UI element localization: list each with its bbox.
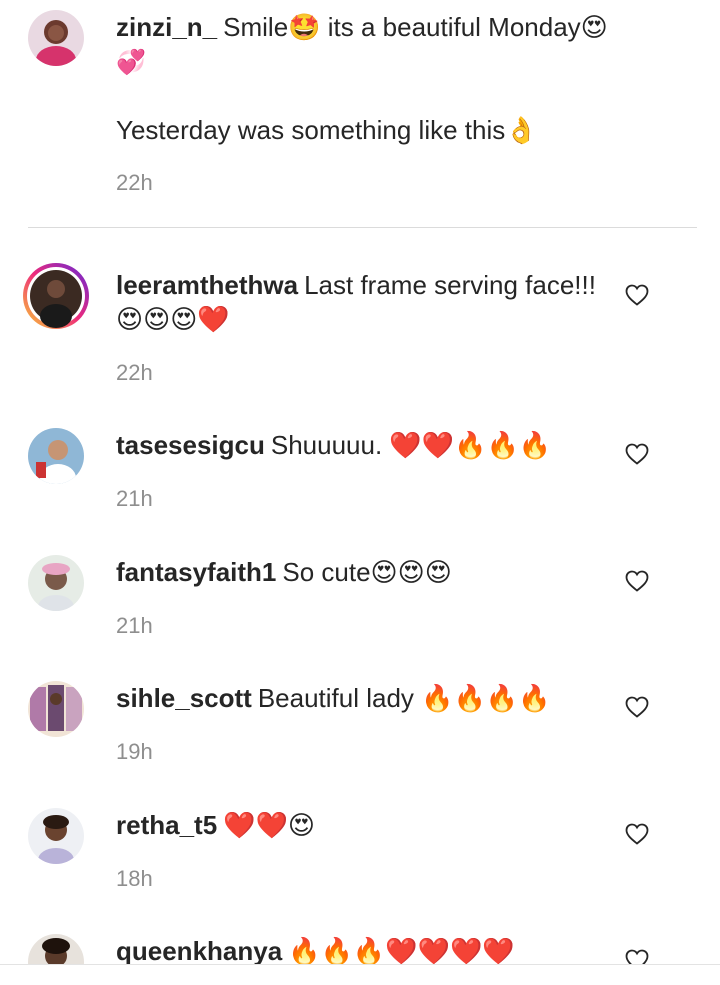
- comment-username[interactable]: tasesesigcu: [116, 430, 265, 460]
- comment-body: Beautiful lady 🔥🔥🔥🔥: [257, 683, 551, 713]
- comment-avatar[interactable]: [28, 555, 84, 611]
- caption-divider: [28, 227, 697, 228]
- comment-avatar[interactable]: [28, 681, 84, 737]
- heart-outline-icon[interactable]: [625, 696, 649, 718]
- comment-avatar-story-ring[interactable]: [22, 262, 90, 330]
- caption-username[interactable]: zinzi_n_: [116, 12, 217, 42]
- heart-outline-icon[interactable]: [625, 570, 649, 592]
- comment-time: 21h: [116, 613, 153, 638]
- heart-outline-icon[interactable]: [625, 443, 649, 465]
- comment-text: tasesesigcu Shuuuuu. ❤️❤️🔥🔥🔥: [116, 428, 606, 462]
- caption-line2: 💞: [116, 48, 146, 76]
- comment-body: Shuuuuu. ❤️❤️🔥🔥🔥: [270, 430, 552, 460]
- comment-body: 🔥🔥🔥❤️❤️❤️❤️: [288, 936, 515, 964]
- comment-username[interactable]: leeramthethwa: [116, 270, 298, 300]
- heart-outline-icon[interactable]: [625, 823, 649, 845]
- comment-username[interactable]: sihle_scott: [116, 683, 252, 713]
- comment-text: retha_t5 ❤️❤️😍: [116, 808, 606, 842]
- comment-avatar[interactable]: [28, 934, 84, 964]
- bottom-divider: [0, 964, 720, 965]
- comment-avatar[interactable]: [28, 428, 84, 484]
- post-caption: zinzi_n_ Smile🤩 its a beautiful Monday😍 💞…: [0, 0, 720, 228]
- caption-line1: Smile🤩 its a beautiful Monday😍: [223, 12, 608, 42]
- comment-text: leeramthethwa Last frame serving face!!!😍…: [116, 268, 606, 336]
- comment-username[interactable]: queenkhanya: [116, 936, 282, 964]
- comment-time: 19h: [116, 739, 153, 764]
- comment-item: queenkhanya 🔥🔥🔥❤️❤️❤️❤️: [0, 934, 720, 964]
- comment-time: 22h: [116, 360, 153, 385]
- heart-outline-icon[interactable]: [625, 949, 649, 964]
- comment-time: 18h: [116, 866, 153, 891]
- comment-text: queenkhanya 🔥🔥🔥❤️❤️❤️❤️: [116, 934, 606, 964]
- comment-time: 21h: [116, 486, 153, 511]
- comment-body: ❤️❤️😍: [223, 810, 316, 840]
- comment-username[interactable]: retha_t5: [116, 810, 217, 840]
- comment-username[interactable]: fantasyfaith1: [116, 557, 276, 587]
- comment-body: So cute😍😍😍: [282, 557, 452, 587]
- comment-text: fantasyfaith1 So cute😍😍😍: [116, 555, 606, 589]
- heart-outline-icon[interactable]: [625, 284, 649, 306]
- comment-avatar[interactable]: [28, 808, 84, 864]
- comment-text: sihle_scott Beautiful lady 🔥🔥🔥🔥: [116, 681, 606, 715]
- caption-avatar[interactable]: [28, 10, 84, 66]
- caption-time: 22h: [116, 170, 153, 195]
- caption-line3: Yesterday was something like this👌: [116, 115, 538, 145]
- caption-text: zinzi_n_ Smile🤩 its a beautiful Monday😍 💞: [116, 10, 656, 79]
